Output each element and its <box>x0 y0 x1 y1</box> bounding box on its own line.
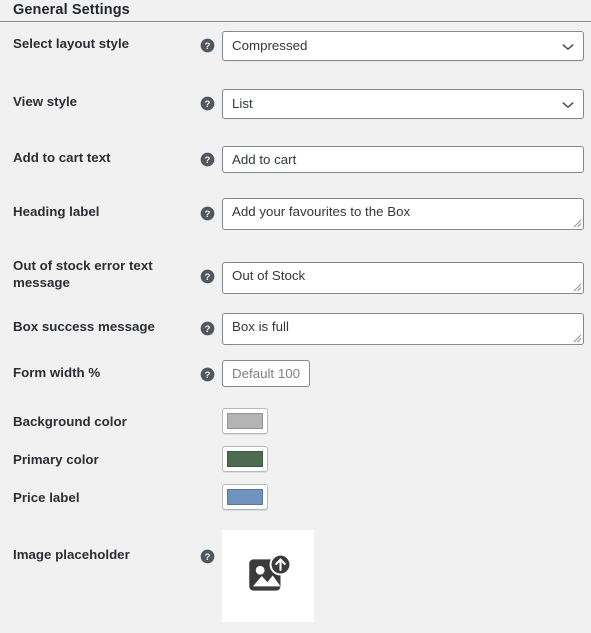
svg-text:?: ? <box>205 324 211 334</box>
row-label: Box success message <box>13 319 155 334</box>
view-style-select-wrapper[interactable]: List <box>222 89 584 119</box>
out-of-stock-value: Out of Stock <box>232 268 306 283</box>
row-label: Out of stock error text message <box>13 258 153 290</box>
image-placeholder-wrapper[interactable] <box>222 530 314 622</box>
general-settings-panel: General Settings Select layout style ? C… <box>0 0 591 633</box>
help-icon[interactable]: ? <box>200 96 215 111</box>
form-row-background-color: Background color <box>0 408 591 446</box>
help-icon[interactable]: ? <box>200 206 215 221</box>
chevron-down-icon <box>562 101 574 109</box>
help-icon[interactable]: ? <box>200 549 215 564</box>
box-success-textarea-wrapper[interactable]: Box is full <box>222 313 584 345</box>
primary-color-picker-wrapper[interactable] <box>222 446 268 472</box>
layout-style-value: Compressed <box>232 38 308 53</box>
form-row-primary-color: Primary color <box>0 446 591 484</box>
heading-label-textarea[interactable]: Add your favourites to the Box <box>222 198 584 230</box>
help-icon[interactable]: ? <box>200 38 215 53</box>
form-row-add-to-cart-text: Add to cart text ? Add to cart <box>0 138 591 192</box>
image-placeholder-thumbnail[interactable] <box>222 530 314 622</box>
settings-form: Select layout style ? Compressed View st… <box>0 22 591 624</box>
form-row-out-of-stock-message: Out of stock error text message ? Out of… <box>0 248 591 310</box>
image-upload-icon <box>243 551 293 601</box>
resize-handle-icon[interactable] <box>571 332 582 343</box>
row-label: Form width % <box>13 365 101 380</box>
row-label: Price label <box>13 490 80 505</box>
resize-handle-icon[interactable] <box>571 281 582 292</box>
layout-style-select-wrapper[interactable]: Compressed <box>222 31 584 61</box>
help-icon[interactable]: ? <box>200 269 215 284</box>
svg-text:?: ? <box>205 552 211 562</box>
svg-text:?: ? <box>205 209 211 219</box>
row-label: Background color <box>13 414 127 429</box>
form-row-box-success-message: Box success message ? Box is full <box>0 310 591 354</box>
svg-text:?: ? <box>205 155 211 165</box>
out-of-stock-textarea-wrapper[interactable]: Out of Stock <box>222 262 584 294</box>
form-width-input-wrapper[interactable]: Default 100 <box>222 360 310 387</box>
form-width-input[interactable]: Default 100 <box>222 360 310 387</box>
out-of-stock-textarea[interactable]: Out of Stock <box>222 262 584 294</box>
svg-text:?: ? <box>205 370 211 380</box>
chevron-down-icon <box>562 43 574 51</box>
background-color-fill <box>227 413 263 429</box>
svg-text:?: ? <box>205 99 211 109</box>
layout-style-select[interactable]: Compressed <box>222 31 584 61</box>
form-row-image-placeholder: Image placeholder ? <box>0 524 591 624</box>
primary-color-fill <box>227 451 263 467</box>
row-label: Select layout style <box>13 36 130 51</box>
box-success-value: Box is full <box>232 319 289 334</box>
row-label: Image placeholder <box>13 547 130 562</box>
background-color-picker-wrapper[interactable] <box>222 408 268 434</box>
view-style-select[interactable]: List <box>222 89 584 119</box>
help-icon[interactable]: ? <box>200 321 215 336</box>
help-icon[interactable]: ? <box>200 367 215 382</box>
svg-text:?: ? <box>205 41 211 51</box>
form-row-select-layout-style: Select layout style ? Compressed <box>0 22 591 80</box>
box-success-textarea[interactable]: Box is full <box>222 313 584 345</box>
price-label-color-swatch[interactable] <box>222 484 268 510</box>
row-label: View style <box>13 94 78 109</box>
heading-label-textarea-wrapper[interactable]: Add your favourites to the Box <box>222 198 584 230</box>
page-title: General Settings <box>13 2 130 18</box>
form-row-heading-label: Heading label ? Add your favourites to t… <box>0 192 591 248</box>
primary-color-swatch[interactable] <box>222 446 268 472</box>
view-style-value: List <box>232 96 253 111</box>
form-row-form-width: Form width % ? Default 100 <box>0 354 591 408</box>
price-label-color-fill <box>227 489 263 505</box>
row-label: Add to cart text <box>13 150 111 165</box>
form-row-view-style: View style ? List <box>0 80 591 138</box>
background-color-swatch[interactable] <box>222 408 268 434</box>
add-to-cart-text-input-wrapper[interactable]: Add to cart <box>222 146 584 173</box>
add-to-cart-text-input[interactable]: Add to cart <box>222 146 584 173</box>
row-label: Primary color <box>13 452 99 467</box>
heading-label-value: Add your favourites to the Box <box>232 204 411 219</box>
help-icon[interactable]: ? <box>200 152 215 167</box>
price-label-color-picker-wrapper[interactable] <box>222 484 268 510</box>
svg-text:?: ? <box>205 272 211 282</box>
form-row-price-label-color: Price label <box>0 484 591 524</box>
row-label: Heading label <box>13 204 100 219</box>
resize-handle-icon[interactable] <box>571 217 582 228</box>
